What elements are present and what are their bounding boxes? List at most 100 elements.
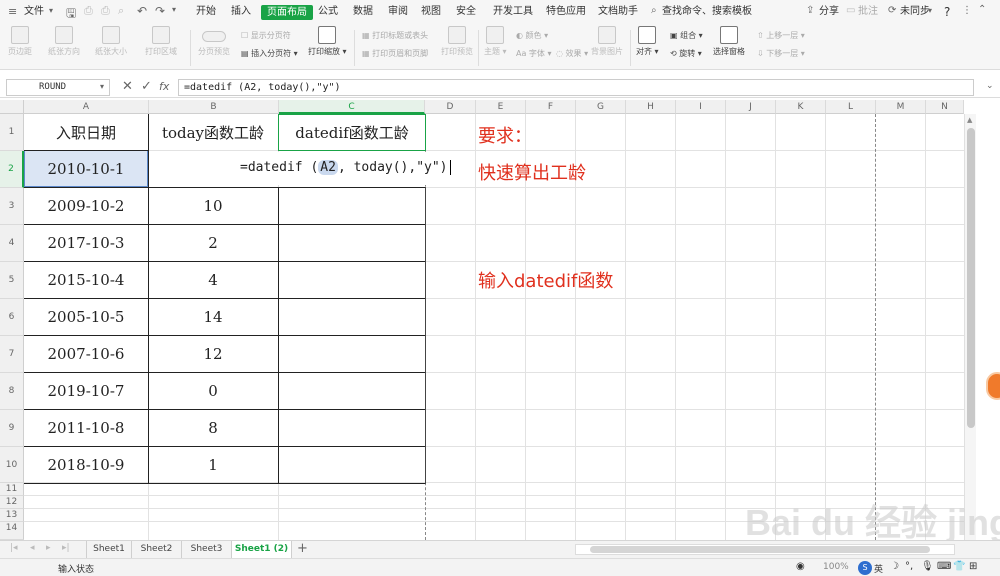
tab-data[interactable]: 数据 (353, 0, 373, 24)
tab-doc-assistant[interactable]: 文档助手 (598, 0, 638, 24)
row-header[interactable]: 5 (0, 262, 24, 299)
print-icon[interactable]: ⎙ (101, 4, 110, 18)
scroll-thumb[interactable] (590, 546, 930, 553)
grid-menu-icon[interactable]: ⊞ (969, 561, 977, 572)
fx-icon[interactable]: fx (159, 80, 169, 93)
scroll-up-icon[interactable]: ▲ (967, 116, 972, 124)
column-header[interactable]: H (626, 100, 676, 114)
sync-status[interactable]: 未同步 (900, 0, 930, 24)
first-sheet-icon[interactable]: |◂ (10, 543, 18, 553)
print-header-footer-button[interactable]: ▦ 打印页眉和页脚 (362, 48, 428, 59)
comment-button[interactable]: 批注 (858, 0, 878, 24)
column-header[interactable]: N (926, 100, 964, 114)
formula-input[interactable]: =datedif (A2, today(),"y") (178, 79, 974, 96)
share-button[interactable]: 分享 (819, 0, 839, 24)
save-icon[interactable]: 🖫 (66, 4, 76, 25)
align-button[interactable]: 对齐 ▾ (636, 26, 659, 57)
scroll-thumb[interactable] (967, 128, 975, 428)
row-header[interactable]: 10 (0, 447, 24, 483)
send-backward-button[interactable]: ⇩ 下移一层 ▾ (757, 48, 805, 59)
select-all[interactable] (0, 100, 24, 114)
bring-forward-button[interactable]: ⇧ 上移一层 ▾ (757, 30, 805, 41)
export-pdf-icon[interactable]: ⎙ (84, 4, 93, 18)
cancel-icon[interactable]: ✕ (122, 79, 133, 94)
floating-assistant-button[interactable] (986, 372, 1000, 400)
menu-file[interactable]: 文件 (24, 0, 44, 24)
add-sheet-icon[interactable]: + (297, 541, 308, 556)
tab-page-layout[interactable]: 页面布局 (261, 5, 313, 20)
hamburger-icon[interactable]: ≡ (8, 5, 17, 18)
row-header[interactable]: 13 (0, 509, 24, 522)
row-header[interactable]: 8 (0, 373, 24, 410)
ime-language[interactable]: 英 (874, 562, 883, 575)
print-preview-button[interactable]: 打印预览 (441, 26, 473, 57)
tab-view[interactable]: 视图 (421, 0, 441, 24)
sheet-tab[interactable]: Sheet1 (86, 541, 132, 558)
row-header[interactable]: 7 (0, 336, 24, 373)
column-header[interactable]: F (526, 100, 576, 114)
chevron-down-icon[interactable]: ▾ (100, 82, 104, 91)
print-titles-button[interactable]: ▦ 打印标题或表头 (362, 30, 428, 41)
page-break-preview-button[interactable]: 分页预览 (198, 26, 230, 57)
skin-icon[interactable]: 👕 (953, 561, 965, 572)
collapse-ribbon-icon[interactable]: ⌃ (978, 4, 986, 15)
tab-formulas[interactable]: 公式 (318, 0, 338, 24)
insert-page-break-button[interactable]: ▤ 插入分页符 ▾ (241, 48, 298, 59)
search-icon[interactable]: ⌕ (651, 5, 657, 16)
rotate-button[interactable]: ⟲ 旋转 ▾ (670, 48, 702, 59)
theme-button[interactable]: 主题 ▾ (484, 26, 507, 57)
column-header[interactable]: I (676, 100, 726, 114)
selection-pane-button[interactable]: 选择窗格 (713, 26, 745, 57)
name-box[interactable]: ROUND (6, 79, 110, 96)
ime-icon[interactable]: S (858, 561, 872, 575)
confirm-icon[interactable]: ✓ (141, 79, 152, 94)
chevron-down-icon[interactable]: ▾ (49, 6, 53, 15)
paper-size-button[interactable]: 纸张大小 (95, 26, 127, 57)
zoom-level[interactable]: 100% (823, 562, 849, 572)
chevron-down-icon[interactable]: ▾ (928, 6, 932, 15)
column-header[interactable]: A (24, 100, 149, 114)
last-sheet-icon[interactable]: ▸| (62, 543, 70, 553)
undo-icon[interactable]: ↶ (137, 4, 147, 18)
expand-icon[interactable]: ⌄ (986, 81, 994, 91)
moon-icon[interactable]: ☽ (890, 561, 899, 572)
column-header[interactable]: E (476, 100, 526, 114)
fonts-button[interactable]: Aa 字体 ▾ (516, 48, 551, 59)
more-icon[interactable]: ⋮ (962, 5, 972, 16)
show-page-breaks-checkbox[interactable]: ☐ 显示分页符 (241, 30, 291, 41)
colors-button[interactable]: ◐ 颜色 ▾ (516, 30, 548, 41)
sheet-grid[interactable]: 入职日期 today函数工龄 datedif函数工龄 2010-10-1 9 2… (24, 114, 964, 540)
column-header[interactable]: J (726, 100, 776, 114)
tab-security[interactable]: 安全 (456, 0, 476, 24)
sheet-tab[interactable]: Sheet2 (132, 541, 182, 558)
next-sheet-icon[interactable]: ▸ (46, 543, 51, 553)
orientation-button[interactable]: 纸张方向 (48, 26, 80, 57)
column-header[interactable]: B (149, 100, 279, 114)
row-header[interactable]: 6 (0, 299, 24, 336)
microphone-icon[interactable]: 🎙 (921, 561, 934, 572)
row-header[interactable]: 1 (0, 114, 24, 151)
column-header[interactable]: G (576, 100, 626, 114)
chevron-down-icon[interactable]: ▾ (172, 5, 176, 14)
row-header[interactable]: 14 (0, 522, 24, 540)
row-header[interactable]: 4 (0, 225, 24, 262)
sheet-tab-active[interactable]: Sheet1 (2) (232, 541, 292, 558)
comment-icon[interactable]: ▭ (846, 5, 855, 16)
row-header[interactable]: 3 (0, 188, 24, 225)
tab-developer[interactable]: 开发工具 (493, 0, 533, 24)
prev-sheet-icon[interactable]: ◂ (30, 543, 35, 553)
tab-insert[interactable]: 插入 (231, 0, 251, 24)
redo-icon[interactable]: ↷ (155, 4, 165, 18)
column-header[interactable]: M (876, 100, 926, 114)
tab-start[interactable]: 开始 (196, 0, 216, 24)
row-header[interactable]: 9 (0, 410, 24, 447)
effects-button[interactable]: ◌ 效果 ▾ (556, 48, 588, 59)
help-button[interactable]: ? (944, 0, 950, 24)
background-image-button[interactable]: 背景图片 (591, 26, 623, 57)
tab-review[interactable]: 审阅 (388, 0, 408, 24)
horizontal-scrollbar[interactable] (575, 544, 955, 555)
vertical-scrollbar[interactable]: ▲ (964, 114, 976, 540)
punctuation-icon[interactable]: °, (905, 561, 913, 572)
row-header[interactable]: 12 (0, 496, 24, 509)
share-icon[interactable]: ⇪ (806, 5, 814, 16)
